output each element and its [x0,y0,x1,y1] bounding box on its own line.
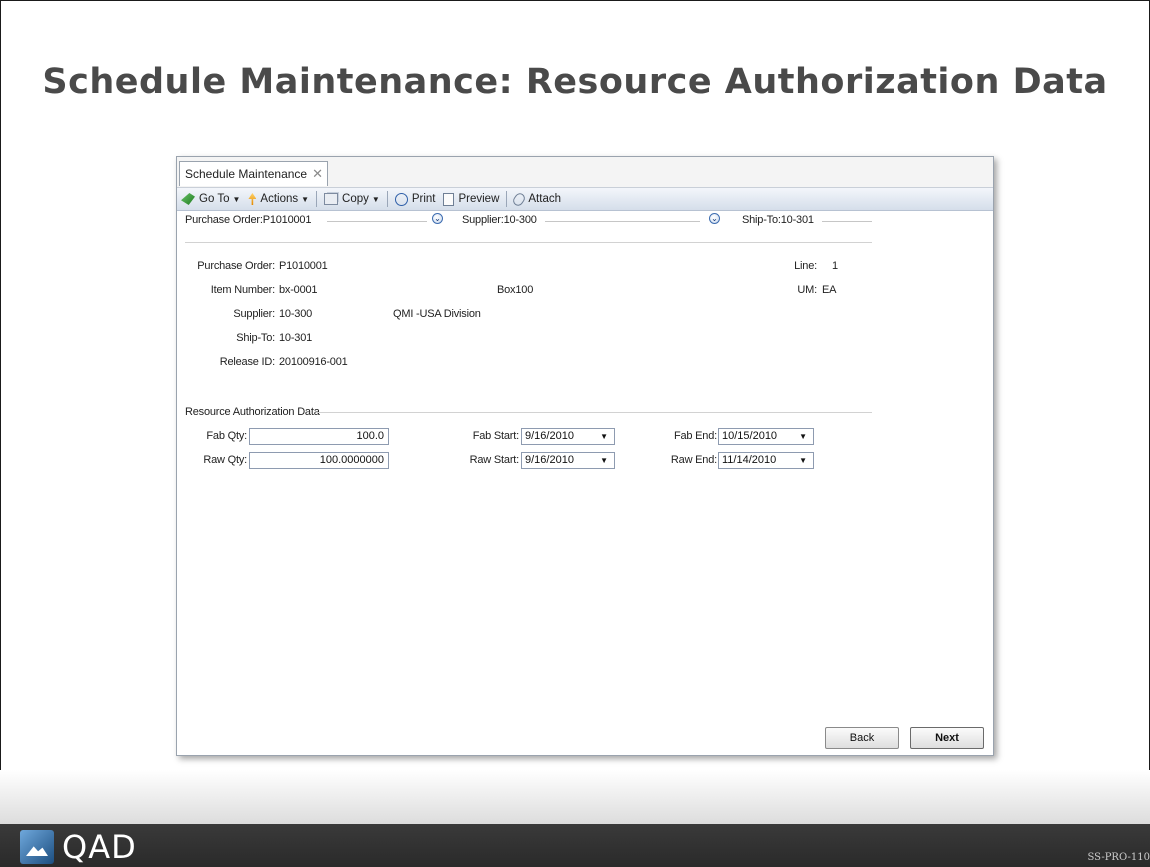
header-line [545,221,700,222]
fab-qty-input[interactable]: 100.0 [249,428,389,445]
fab-end-value: 10/15/2010 [722,430,778,442]
section-divider [317,412,872,413]
footer-fade [0,770,1150,825]
actions-icon [248,193,257,205]
raw-qty-label: Raw Qty: [203,454,247,466]
fab-qty-label: Fab Qty: [206,430,247,442]
actions-label: Actions [260,193,299,205]
raw-start-select[interactable]: 9/16/2010 ▼ [521,452,615,469]
release-id-value: 20100916-001 [279,356,348,368]
qad-logo-icon [20,830,54,864]
next-button[interactable]: Next [910,727,984,749]
goto-icon [181,193,195,205]
header-summary: Purchase Order:P1010001 ⌄ Supplier:10-30… [177,211,993,229]
copy-button[interactable]: Copy ▼ [320,189,384,209]
dropdown-arrow-icon: ▼ [600,432,608,441]
expand-icon[interactable]: ⌄ [432,213,443,224]
actions-button[interactable]: Actions ▼ [244,189,313,209]
header-purchase-order: Purchase Order:P1010001 [185,214,312,226]
tab-label: Schedule Maintenance [185,167,308,181]
back-button[interactable]: Back [825,727,899,749]
footer-bar [0,824,1150,867]
qad-logo: QAD [20,828,137,866]
print-label: Print [411,193,436,205]
tab-strip: Schedule Maintenance ✕ [177,157,993,188]
toolbar-separator [506,191,508,207]
copy-icon [324,193,339,205]
raw-end-select[interactable]: 11/14/2010 ▼ [718,452,814,469]
fab-start-label: Fab Start: [472,430,520,442]
release-id-label: Release ID: [219,356,275,368]
header-divider [185,242,872,243]
tab-schedule-maintenance[interactable]: Schedule Maintenance ✕ [179,161,328,186]
close-icon[interactable]: ✕ [312,166,323,182]
chevron-down-icon: ▼ [371,194,380,204]
goto-label: Go To [199,193,230,205]
fab-start-select[interactable]: 9/16/2010 ▼ [521,428,615,445]
fab-end-label: Fab End: [673,430,717,442]
item-number-value: bx-0001 [279,284,318,296]
um-value: EA [822,284,837,296]
raw-end-label: Raw End: [670,454,717,466]
fab-end-select[interactable]: 10/15/2010 ▼ [718,428,814,445]
header-line [822,221,872,222]
header-line [327,221,427,222]
purchase-order-value: P1010001 [279,260,328,272]
attach-icon [511,190,528,208]
print-icon [394,192,408,206]
dropdown-arrow-icon: ▼ [799,432,807,441]
resource-auth-section-title: Resource Authorization Data [185,406,320,418]
raw-start-value: 9/16/2010 [525,454,574,466]
raw-end-value: 11/14/2010 [722,454,777,466]
supplier-value: 10-300 [279,308,313,320]
qad-wordmark: QAD [62,828,137,866]
toolbar-separator [316,191,318,207]
line-value: 1 [832,260,838,272]
chevron-down-icon: ▼ [301,194,310,204]
copy-label: Copy [342,193,369,205]
expand-icon[interactable]: ⌄ [709,213,720,224]
raw-start-label: Raw Start: [469,454,520,466]
chevron-down-icon: ▼ [232,194,241,204]
ship-to-value: 10-301 [279,332,313,344]
toolbar: Go To ▼ Actions ▼ Copy ▼ Print Preview A… [177,188,993,211]
dropdown-arrow-icon: ▼ [799,456,807,465]
um-label: UM: [797,284,817,296]
dropdown-arrow-icon: ▼ [600,456,608,465]
fab-start-value: 9/16/2010 [525,430,574,442]
supplier-label: Supplier: [233,308,275,320]
line-label: Line: [794,260,817,272]
header-ship-to: Ship-To:10-301 [742,214,814,226]
attach-label: Attach [528,193,561,205]
purchase-order-label: Purchase Order: [197,260,275,272]
preview-label: Preview [458,193,500,205]
app-window: Schedule Maintenance ✕ Go To ▼ Actions ▼… [176,156,994,756]
raw-qty-input[interactable]: 100.0000000 [249,452,389,469]
item-description: Box100 [497,284,534,296]
toolbar-separator [386,191,388,207]
header-supplier: Supplier:10-300 [462,214,537,226]
supplier-name: QMI -USA Division [393,308,481,320]
item-number-label: Item Number: [210,284,275,296]
print-button[interactable]: Print [391,189,440,209]
preview-button[interactable]: Preview [439,189,503,209]
goto-button[interactable]: Go To ▼ [177,189,244,209]
slide-title: Schedule Maintenance: Resource Authoriza… [42,62,1108,102]
attach-button[interactable]: Attach [510,189,565,209]
slide-code: SS-PRO-110 [1087,852,1150,863]
preview-icon [443,192,455,206]
ship-to-label: Ship-To: [236,332,275,344]
